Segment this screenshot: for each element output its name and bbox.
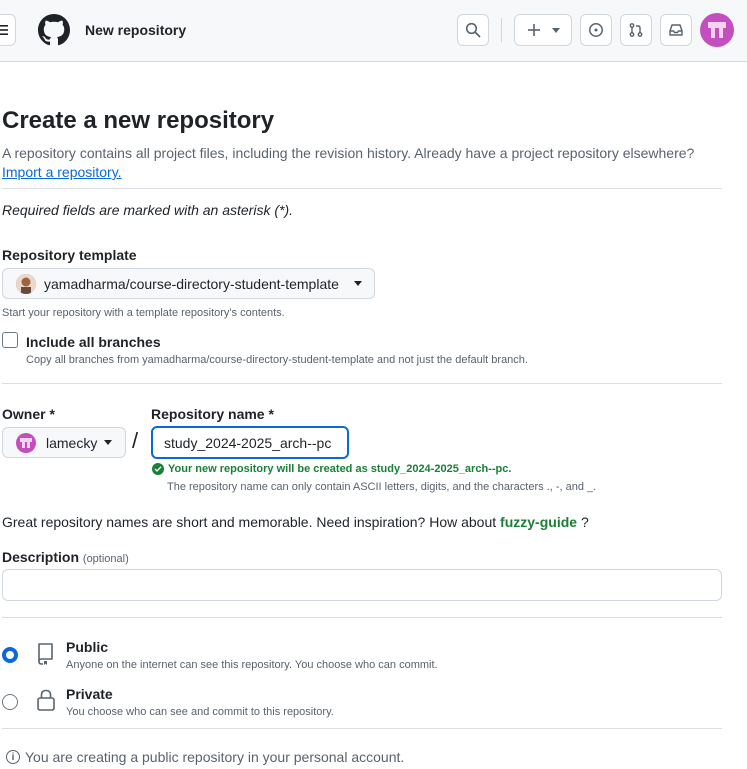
template-owner-avatar [16, 273, 36, 294]
info-text: You are creating a public repository in … [25, 749, 405, 765]
optional-tag: (optional) [82, 553, 129, 565]
pull-requests-button[interactable] [620, 14, 652, 46]
divider [2, 383, 722, 384]
search-icon [465, 22, 481, 38]
owner-label: Owner * [2, 406, 55, 422]
owner-selected: lamecky [46, 434, 98, 451]
divider [2, 617, 722, 618]
public-desc: Anyone on the internet can see this repo… [66, 659, 438, 671]
chevron-down-icon [552, 27, 560, 33]
hamburger-icon [0, 25, 8, 35]
description-input[interactable] [2, 569, 722, 601]
inbox-button[interactable] [660, 14, 692, 46]
include-branches-checkbox[interactable] [2, 332, 18, 348]
avatar[interactable] [700, 13, 734, 47]
chevron-down-icon [354, 281, 362, 286]
create-new-button[interactable] [514, 14, 572, 46]
template-note: Start your repository with a template re… [2, 307, 285, 319]
repo-icon [38, 643, 53, 665]
issues-button[interactable] [580, 14, 612, 46]
public-radio[interactable] [2, 647, 18, 663]
owner-avatar [16, 432, 36, 453]
include-branches-label: Include all branches [26, 334, 161, 350]
include-branches-note: Copy all branches from yamadharma/course… [26, 354, 528, 366]
issues-icon [589, 23, 603, 37]
github-logo[interactable] [38, 14, 70, 46]
header-divider [501, 18, 502, 42]
suggestion-suffix: ? [580, 514, 589, 530]
info-message: i You are creating a public repository i… [6, 749, 404, 765]
import-repository-link[interactable]: Import a repository. [2, 164, 122, 180]
template-selected: yamadharma/course-directory-student-temp… [44, 275, 339, 292]
template-label: Repository template [2, 247, 137, 263]
repo-name-ascii-note: The repository name can only contain ASC… [167, 481, 597, 493]
repo-name-valid-text: Your new repository will be created as s… [168, 463, 512, 475]
template-select[interactable]: yamadharma/course-directory-student-temp… [2, 268, 375, 299]
description-label: Description (optional) [2, 549, 129, 565]
suggested-name-button[interactable]: fuzzy-guide [500, 514, 577, 530]
lock-icon [37, 689, 55, 711]
name-suggestion: Great repository names are short and mem… [2, 514, 589, 530]
repo-name-input[interactable] [151, 426, 349, 459]
check-circle-icon [152, 463, 164, 475]
page-subtitle: A repository contains all project files,… [2, 145, 695, 161]
private-radio[interactable] [2, 694, 18, 710]
hamburger-menu-button[interactable] [0, 14, 16, 46]
owner-select[interactable]: lamecky [2, 427, 126, 458]
search-button[interactable] [457, 14, 489, 46]
owner-repo-separator: / [132, 428, 139, 453]
divider [2, 188, 722, 189]
repo-name-label: Repository name * [151, 406, 274, 422]
required-fields-note: Required fields are marked with an aster… [2, 202, 294, 218]
top-header: New repository [0, 0, 747, 62]
page-title: Create a new repository [2, 107, 275, 134]
suggestion-text: Great repository names are short and mem… [2, 514, 497, 530]
inbox-icon [669, 24, 683, 36]
header-title: New repository [85, 22, 187, 38]
chevron-down-icon [104, 440, 112, 445]
repo-name-valid-message: Your new repository will be created as s… [152, 463, 511, 475]
pull-requests-icon [629, 23, 643, 37]
private-title: Private [66, 686, 113, 702]
description-label-text: Description [2, 549, 80, 565]
private-desc: You choose who can see and commit to thi… [66, 706, 334, 718]
public-title: Public [66, 639, 109, 655]
divider [2, 728, 722, 729]
info-icon: i [6, 750, 20, 764]
plus-icon [528, 24, 540, 36]
